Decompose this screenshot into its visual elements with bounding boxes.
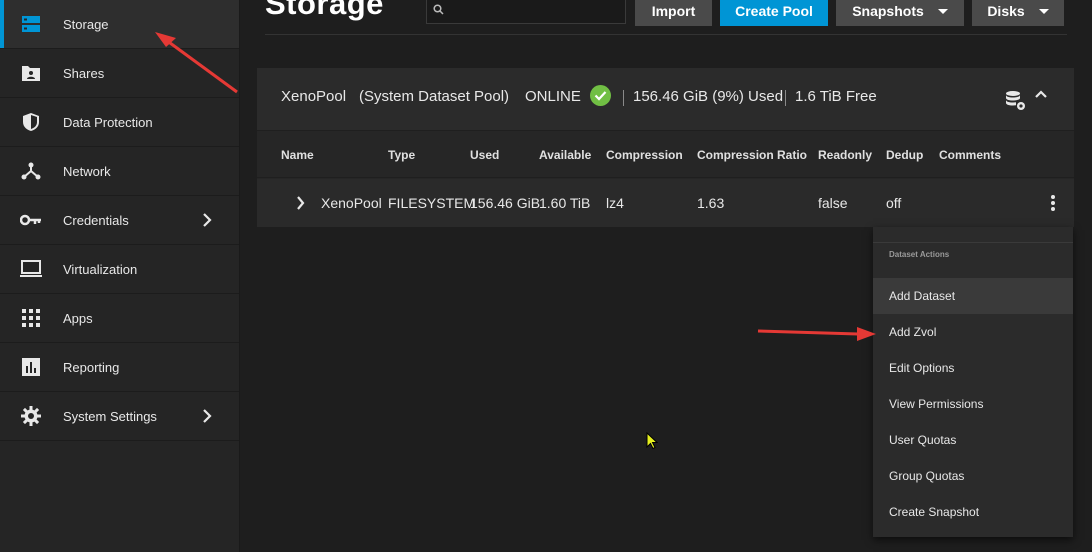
chevron-right-icon[interactable] [296,196,305,215]
sidebar-item-system-settings[interactable]: System Settings [0,392,239,441]
column-header-available: Available [539,148,592,162]
chevron-up-icon[interactable] [1034,87,1048,106]
cell-dedup: off [886,195,902,211]
menu-item-group-quotas[interactable]: Group Quotas [873,458,1073,494]
sidebar-item-label: Network [63,163,111,179]
sidebar-item-data-protection[interactable]: Data Protection [0,98,239,147]
cell-used: 156.46 GiB [470,195,541,211]
menu-item-view-permissions[interactable]: View Permissions [873,386,1073,422]
separator [785,90,786,106]
network-icon [19,159,43,183]
create-pool-button[interactable]: Create Pool [720,0,828,26]
chevron-right-icon [197,210,217,230]
table-row[interactable]: XenoPool FILESYSTEM 156.46 GiB 1.60 TiB … [257,179,1074,227]
table-header: Name Type Used Available Compression Com… [257,132,1074,178]
column-header-used: Used [470,148,500,162]
storage-icon [19,12,43,36]
sidebar-item-label: Data Protection [63,114,153,130]
pool-status: ONLINE [525,88,581,105]
pool-header: XenoPool (System Dataset Pool) ONLINE 15… [257,68,1074,131]
sidebar-item-network[interactable]: Network [0,147,239,196]
cell-name: XenoPool [321,195,382,211]
sidebar-item-label: Storage [63,16,109,32]
dataset-settings-icon[interactable] [1005,90,1027,117]
cell-available: 1.60 TiB [539,195,591,211]
column-header-readonly: Readonly [818,148,873,162]
menu-item-add-zvol[interactable]: Add Zvol [873,314,1073,350]
chevron-right-icon [197,406,217,426]
caret-down-icon [937,8,948,14]
cell-type: FILESYSTEM [388,195,476,211]
disks-button[interactable]: Disks [972,0,1064,26]
cell-compression: lz4 [606,195,624,211]
gear-icon [19,404,43,428]
search-icon [433,2,444,20]
key-icon [19,208,43,232]
pool-free: 1.6 TiB Free [795,88,877,105]
sidebar-item-credentials[interactable]: Credentials [0,196,239,245]
import-button[interactable]: Import [635,0,712,26]
pool-used: 156.46 GiB (9%) Used [633,88,784,105]
menu-divider [873,242,1073,243]
column-header-compression-ratio: Compression Ratio [697,148,808,162]
menu-item-add-dataset[interactable]: Add Dataset [873,278,1073,314]
chart-icon [19,355,43,379]
snapshots-button[interactable]: Snapshots [836,0,964,26]
caret-down-icon [1038,8,1049,14]
sidebar-item-label: Apps [63,310,93,326]
sidebar-item-storage[interactable]: Storage [0,0,239,49]
column-header-comments: Comments [939,148,1002,162]
apps-grid-icon [19,306,43,330]
header-divider [265,34,1067,35]
dataset-actions-menu: Dataset Actions Add Dataset Add Zvol Edi… [873,227,1073,537]
sidebar-item-shares[interactable]: Shares [0,49,239,98]
sidebar-item-label: Shares [63,65,105,81]
separator [623,90,624,106]
menu-item-edit-options[interactable]: Edit Options [873,350,1073,386]
shield-icon [19,110,43,134]
page-title: Storage [265,0,384,21]
sidebar-item-label: System Settings [63,408,157,424]
menu-item-user-quotas[interactable]: User Quotas [873,422,1073,458]
menu-heading: Dataset Actions [889,250,950,259]
create-pool-label: Create Pool [735,3,813,19]
mouse-cursor-icon [646,431,659,455]
cell-compression-ratio: 1.63 [697,195,725,211]
sidebar-item-apps[interactable]: Apps [0,294,239,343]
sidebar-item-reporting[interactable]: Reporting [0,343,239,392]
pool-name: XenoPool [281,88,347,105]
sidebar-item-label: Reporting [63,359,120,375]
column-header-type: Type [388,148,416,162]
folder-share-icon [19,61,43,85]
import-label: Import [651,3,696,19]
pool-subtitle: (System Dataset Pool) [359,88,510,105]
annotation-arrow-add-zvol [757,327,876,341]
column-header-dedup: Dedup [886,148,924,162]
sidebar-item-label: Credentials [63,212,129,228]
column-header-compression: Compression [606,148,683,162]
menu-item-create-snapshot[interactable]: Create Snapshot [873,494,1073,530]
pool-card: XenoPool (System Dataset Pool) ONLINE 15… [257,68,1074,227]
monitor-icon [19,257,43,281]
sidebar: Storage Shares Data Protection Network C… [0,0,240,552]
search-input[interactable] [426,0,626,24]
check-circle-icon [590,85,611,106]
disks-label: Disks [987,3,1025,19]
sidebar-item-virtualization[interactable]: Virtualization [0,245,239,294]
more-vert-icon[interactable] [1051,195,1055,216]
snapshots-label: Snapshots [852,3,924,19]
sidebar-item-label: Virtualization [63,261,138,277]
cell-readonly: false [818,195,848,211]
column-header-name: Name [281,148,314,162]
